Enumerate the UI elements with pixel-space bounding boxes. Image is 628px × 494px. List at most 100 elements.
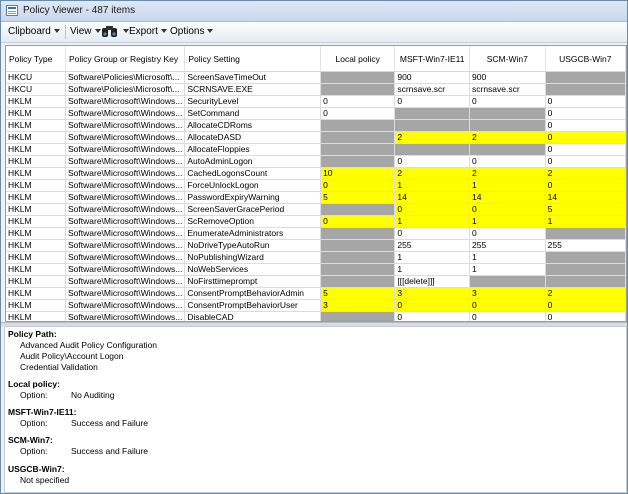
scm-win7-cell: 1 xyxy=(469,251,546,264)
policy-path-heading: Policy Path: xyxy=(8,329,57,339)
registry-key-cell: Software\Microsoft\Windows... xyxy=(65,131,186,144)
col-policy-type-header[interactable]: Policy Type xyxy=(6,46,66,72)
local-policy-heading: Local policy: xyxy=(8,379,60,389)
policy-type-cell: HKLM xyxy=(6,143,66,156)
registry-key-cell: Software\Microsoft\Windows... xyxy=(65,239,186,252)
policy-grid: Policy Type Policy Group or Registry Key P… xyxy=(5,45,627,322)
table-row[interactable]: HKLM Software\Microsoft\Windows... ScRemov… xyxy=(6,215,626,228)
local-policy-cell xyxy=(320,143,396,156)
policy-setting-cell: DisableCAD xyxy=(184,311,322,321)
table-row[interactable]: HKLM Software\Microsoft\Windows... Allocat… xyxy=(6,143,626,156)
col-msft-win7-ie11-header[interactable]: MSFT-Win7-IE11 xyxy=(394,46,470,72)
table-row[interactable]: HKLM Software\Microsoft\Windows... NoPubli… xyxy=(6,251,626,264)
scm-win7-cell: 2 xyxy=(469,167,546,180)
registry-key-cell: Software\Microsoft\Windows... xyxy=(65,191,186,204)
table-row[interactable]: HKLM Software\Microsoft\Windows... Consent… xyxy=(6,299,626,312)
table-row[interactable]: HKLM Software\Microsoft\Windows... ForceUn… xyxy=(6,179,626,192)
export-label: Export xyxy=(129,26,158,37)
registry-key-cell: Software\Microsoft\Windows... xyxy=(65,299,186,312)
col-policy-setting-header[interactable]: Policy Setting xyxy=(184,46,322,72)
usgcb-win7-cell: 0 xyxy=(545,107,626,120)
policy-type-cell: HKLM xyxy=(6,215,66,228)
msft-win7-ie11-cell: 14 xyxy=(394,191,470,204)
local-policy-cell xyxy=(320,71,396,84)
scm-win7-cell: 14 xyxy=(469,191,546,204)
table-row[interactable]: HKLM Software\Microsoft\Windows... Passwor… xyxy=(6,191,626,204)
msft-win7-ie11-cell: 1 xyxy=(394,251,470,264)
registry-key-cell: Software\Microsoft\Windows... xyxy=(65,311,186,321)
table-row[interactable]: HKLM Software\Microsoft\Windows... Disable… xyxy=(6,311,626,321)
col-registry-key-header[interactable]: Policy Group or Registry Key xyxy=(65,46,186,72)
table-row[interactable]: HKLM Software\Microsoft\Windows... NoWebSe… xyxy=(6,263,626,276)
local-policy-cell: 0 xyxy=(320,179,396,192)
msft-win7-ie11-cell: 2 xyxy=(394,167,470,180)
col-usgcb-win7-header[interactable]: USGCB-Win7 xyxy=(545,46,626,72)
scm-win7-cell: scrnsave.scr xyxy=(469,83,546,96)
scm-win7-cell: 2 xyxy=(469,131,546,144)
usgcb-win7-cell: 0 xyxy=(545,311,626,321)
policy-rows: HKCU Software\Policies\Microsoft\... Scree… xyxy=(6,71,626,321)
msft-win7-ie11-cell: 0 xyxy=(394,155,470,168)
local-policy-cell: 0 xyxy=(320,95,396,108)
table-row[interactable]: HKLM Software\Microsoft\Windows... NoDrive… xyxy=(6,239,626,252)
scm-win7-cell xyxy=(469,143,546,156)
table-row[interactable]: HKLM Software\Microsoft\Windows... NoFirst… xyxy=(6,275,626,288)
table-row[interactable]: HKLM Software\Microsoft\Windows... Securit… xyxy=(6,95,626,108)
scm-win7-cell xyxy=(469,275,546,288)
msft-win7-ie11-cell: 0 xyxy=(394,95,470,108)
table-row[interactable]: HKLM Software\Microsoft\Windows... CachedL… xyxy=(6,167,626,180)
option-label: Option: xyxy=(20,390,48,400)
policy-type-cell: HKCU xyxy=(6,71,66,84)
registry-key-cell: Software\Microsoft\Windows... xyxy=(65,119,186,132)
policy-type-cell: HKLM xyxy=(6,167,66,180)
usgcb-win7-cell xyxy=(545,227,626,240)
table-row[interactable]: HKLM Software\Microsoft\Windows... ScreenS… xyxy=(6,203,626,216)
local-policy-cell xyxy=(320,263,396,276)
policy-type-cell: HKLM xyxy=(6,275,66,288)
msft-win7-ie11-cell: 255 xyxy=(394,239,470,252)
registry-key-cell: Software\Microsoft\Windows... xyxy=(65,287,186,300)
table-row[interactable]: HKLM Software\Microsoft\Windows... Enumera… xyxy=(6,227,626,240)
title-bar: Policy Viewer - 487 items xyxy=(1,1,627,22)
table-row[interactable]: HKLM Software\Microsoft\Windows... AutoAdm… xyxy=(6,155,626,168)
col-scm-win7-header[interactable]: SCM-Win7 xyxy=(469,46,546,72)
usgcb-win7-cell xyxy=(545,263,626,276)
policy-viewer-window: Policy Viewer - 487 items Clipboard View… xyxy=(0,0,628,494)
scm-win7-heading: SCM-Win7: xyxy=(8,435,53,445)
table-row[interactable]: HKCU Software\Policies\Microsoft\... SCRNS… xyxy=(6,83,626,96)
table-row[interactable]: HKLM Software\Microsoft\Windows... Consent… xyxy=(6,287,626,300)
policy-setting-cell: AllocateFloppies xyxy=(184,143,322,156)
table-row[interactable]: HKLM Software\Microsoft\Windows... Allocat… xyxy=(6,131,626,144)
registry-key-cell: Software\Microsoft\Windows... xyxy=(65,251,186,264)
view-label: View xyxy=(70,26,92,37)
column-header-row: Policy Type Policy Group or Registry Key P… xyxy=(6,46,626,72)
registry-key-cell: Software\Microsoft\Windows... xyxy=(65,107,186,120)
msft-win7-ie11-cell: [[[delete]]] xyxy=(394,275,470,288)
options-menu[interactable]: Options xyxy=(170,26,214,37)
local-policy-cell xyxy=(320,275,396,288)
policy-type-cell: HKLM xyxy=(6,287,66,300)
scm-win7-cell: 0 xyxy=(469,311,546,321)
table-row[interactable]: HKLM Software\Microsoft\Windows... Allocat… xyxy=(6,119,626,132)
usgcb-win7-cell xyxy=(545,275,626,288)
usgcb-win7-cell xyxy=(545,71,626,84)
scm-win7-cell: 0 xyxy=(469,227,546,240)
table-row[interactable]: HKLM Software\Microsoft\Windows... SetComm… xyxy=(6,107,626,120)
policy-path-line: Advanced Audit Policy Configuration xyxy=(20,340,158,350)
msft-win7-ie11-value: Success and Failure xyxy=(71,418,149,428)
msft-win7-ie11-cell: 2 xyxy=(394,131,470,144)
registry-key-cell: Software\Microsoft\Windows... xyxy=(65,95,186,108)
table-row[interactable]: HKCU Software\Policies\Microsoft\... Scree… xyxy=(6,71,626,84)
col-local-policy-header[interactable]: Local policy xyxy=(320,46,396,72)
policy-setting-cell: EnumerateAdministrators xyxy=(184,227,322,240)
registry-key-cell: Software\Microsoft\Windows... xyxy=(65,155,186,168)
find-button[interactable] xyxy=(101,24,129,41)
policy-setting-cell: NoFirsttimeprompt xyxy=(184,275,322,288)
policy-setting-cell: PasswordExpiryWarning xyxy=(184,191,322,204)
view-menu[interactable]: View xyxy=(70,26,101,37)
clipboard-menu[interactable]: Clipboard xyxy=(8,26,60,37)
toolbar-divider xyxy=(65,25,66,39)
policy-type-cell: HKLM xyxy=(6,131,66,144)
policy-type-cell: HKLM xyxy=(6,191,66,204)
export-menu[interactable]: Export xyxy=(129,26,167,37)
